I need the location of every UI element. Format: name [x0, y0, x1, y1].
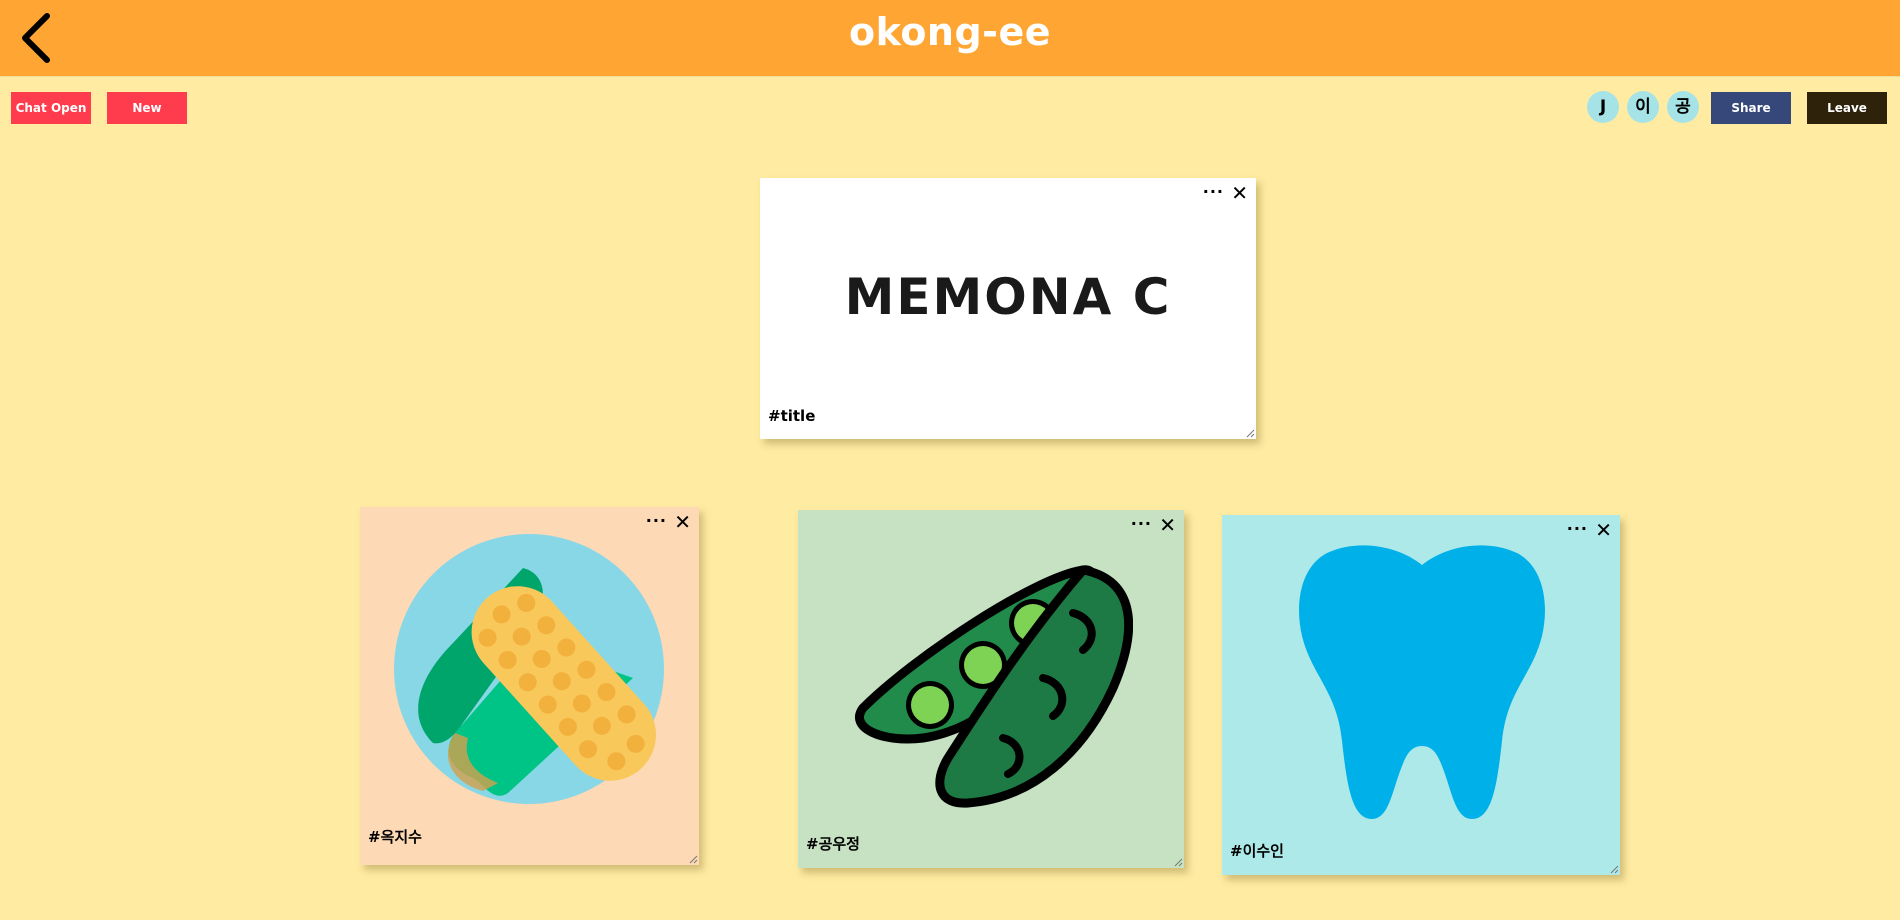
close-icon[interactable]: ✕	[1159, 514, 1176, 536]
new-memo-button[interactable]: New	[107, 92, 187, 124]
close-icon[interactable]: ✕	[1231, 182, 1248, 204]
more-icon[interactable]: ···	[1567, 519, 1588, 538]
chat-open-button[interactable]: Chat Open	[11, 92, 91, 124]
peapod-icon	[855, 565, 1133, 808]
participant-avatar: J	[1587, 91, 1619, 123]
participant-avatar: 이	[1627, 91, 1659, 123]
share-button[interactable]: Share	[1711, 92, 1791, 124]
resize-handle-icon[interactable]	[689, 855, 698, 864]
memo-card[interactable]: ··· ✕ #옥지수	[360, 507, 699, 865]
corn-icon	[394, 534, 664, 804]
memo-card[interactable]: ··· ✕ #이수인	[1222, 515, 1620, 875]
memo-content-text: MEMONA C	[844, 268, 1172, 326]
memo-tag: #공우정	[806, 835, 860, 853]
more-icon[interactable]: ···	[646, 511, 667, 530]
memo-card[interactable]: ··· ✕ #공우정	[798, 510, 1184, 868]
close-icon[interactable]: ✕	[1595, 519, 1612, 541]
resize-handle-icon[interactable]	[1610, 865, 1619, 874]
memo-tag: #옥지수	[368, 828, 422, 846]
resize-handle-icon[interactable]	[1174, 858, 1183, 867]
more-icon[interactable]: ···	[1203, 182, 1224, 201]
more-icon[interactable]: ···	[1131, 514, 1152, 533]
top-bar: okong-ee	[0, 0, 1900, 76]
app-title: okong-ee	[848, 10, 1052, 54]
tooth-icon	[1299, 545, 1545, 819]
memo-tag: #이수인	[1230, 842, 1284, 860]
close-icon[interactable]: ✕	[674, 511, 691, 533]
leave-button[interactable]: Leave	[1807, 92, 1887, 124]
resize-handle-icon[interactable]	[1246, 429, 1255, 438]
memo-tag: #title	[768, 407, 816, 425]
participant-avatar: 공	[1667, 91, 1699, 123]
memo-card[interactable]: ··· ✕ MEMONA C #title	[760, 178, 1256, 439]
